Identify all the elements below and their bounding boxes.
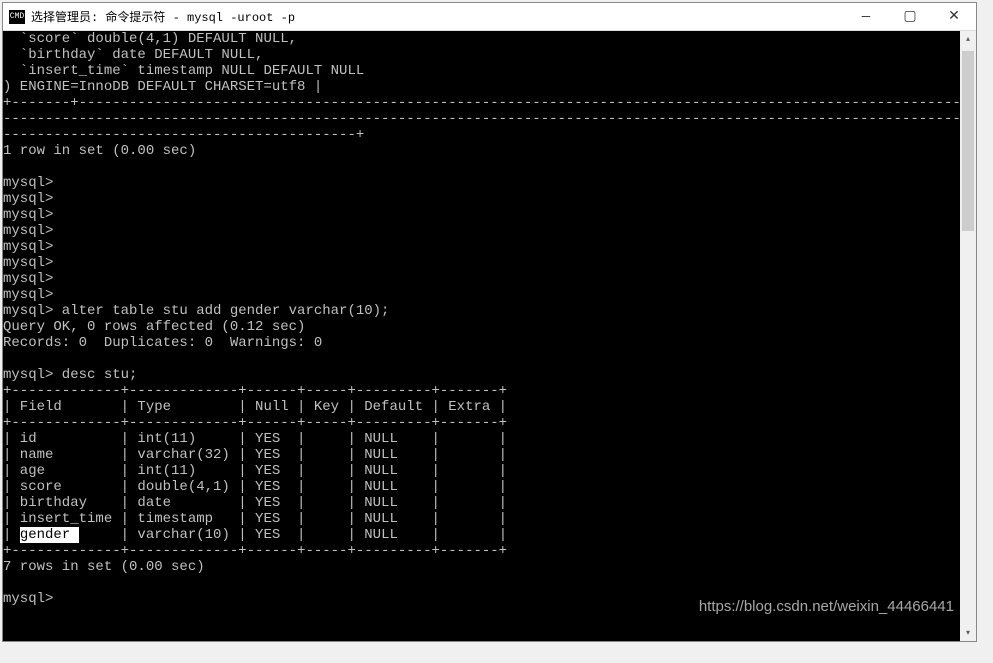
close-button[interactable]: ✕ — [932, 3, 976, 30]
minimize-button[interactable]: — — [844, 3, 888, 30]
cmd-icon: CMD — [9, 10, 25, 24]
scrollbar[interactable]: ▴ ▾ — [960, 31, 976, 641]
scroll-down-button[interactable]: ▾ — [960, 625, 976, 641]
window-controls: — ▢ ✕ — [844, 3, 976, 30]
maximize-button[interactable]: ▢ — [888, 3, 932, 30]
terminal-output[interactable]: `score` double(4,1) DEFAULT NULL, `birth… — [3, 31, 976, 641]
titlebar[interactable]: CMD 选择管理员: 命令提示符 - mysql -uroot -p — ▢ ✕ — [3, 3, 976, 31]
terminal-area[interactable]: `score` double(4,1) DEFAULT NULL, `birth… — [3, 31, 976, 641]
window-title: 选择管理员: 命令提示符 - mysql -uroot -p — [31, 8, 844, 25]
cmd-window: CMD 选择管理员: 命令提示符 - mysql -uroot -p — ▢ ✕… — [2, 2, 977, 642]
scroll-up-button[interactable]: ▴ — [960, 31, 976, 47]
scroll-thumb[interactable] — [962, 51, 974, 231]
